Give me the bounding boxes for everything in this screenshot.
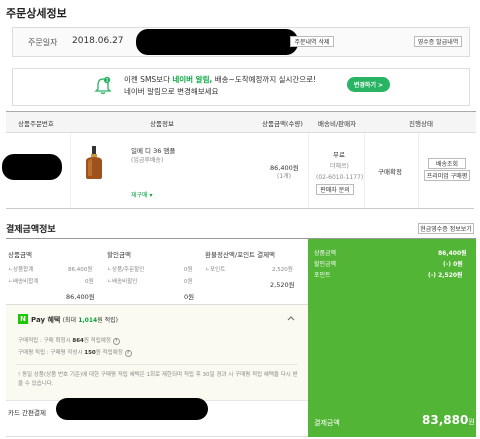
product-thumbnail[interactable] [80,145,108,181]
refund-label: 환불정산액/포인트 결제액 [205,251,276,259]
shipping-sum-value: 0원 [85,279,94,285]
premium-review-button[interactable]: 프리미엄 구매평 [424,170,470,181]
redacted-order-number [136,29,298,55]
discount-order-value: 0원 [184,267,193,273]
chevron-up-icon[interactable] [287,314,295,322]
npay-line1-prefix: 구매적립 : 구매 확정시 [18,338,71,344]
bell-icon: 1 [93,76,113,96]
npay-line2-suffix: 원 적립예정 [95,350,123,356]
npay-line-2: 구매평 적립 : 구매평 작성시 150원 적립예정 ? [18,348,132,357]
npay-title-text: Pay 혜택 [31,316,61,324]
question-icon[interactable]: ? [112,338,120,345]
col-divider [70,133,71,208]
notice-line-1: 이젠 SMS보다 네이버 알림, 배송~도착예정까지 실시간으로! [124,74,316,85]
npay-divider [16,364,298,365]
points-label: ㄴ포인트 [205,267,226,273]
order-date-value: 2018.06.27 [72,36,124,46]
npay-title: Pay 혜택 (최대 1,014원 적립) [31,315,118,325]
seller-inquiry-button[interactable]: 판매자 문의 [316,184,354,195]
notice-prefix: 이젠 SMS보다 [124,75,170,84]
npay-logo-icon: N [18,314,28,324]
payment-title: 결제금액정보 [6,225,56,235]
col-divider [308,133,309,208]
discount-shipping-value: 0원 [184,279,193,285]
redacted-card-info [56,398,208,420]
npay-line1-amount: 864 [72,338,84,344]
payment-summary-panel [308,239,476,437]
npay-title-amount: 1,014 [78,317,98,324]
final-amount-unit: 원 [468,418,475,426]
payment-bottom-border [6,436,308,437]
product-amount-total: 86,400원 [66,293,95,301]
discount-label: 할인금액 [107,251,131,259]
repurchase-link[interactable]: 재구매 ▾ [131,190,152,199]
npay-title-prefix: (최대 [62,317,76,324]
product-amount-label: 상품금액 [8,251,32,259]
final-amount-value: 83,880원 [422,413,475,427]
order-date-label: 주문일자 [28,38,58,47]
svg-text:1: 1 [106,78,109,84]
final-amount-number: 83,880 [422,413,469,427]
seller-name[interactable]: 더해르) [330,161,349,170]
seller-phone: (02-6010-1177) [316,174,364,181]
page-title: 주문상세정보 [6,7,67,20]
npay-line1-suffix: 원 적립예정 [83,338,111,344]
npay-line-1: 구매적립 : 구매 확정시 864원 적립예정 ? [18,336,120,345]
summary-row-2-value: (-) 0원 [443,261,463,268]
table-header-row [6,111,476,133]
discount-total: 0원 [184,293,195,301]
shipping-sum-label: ㄴ배송비합계 [8,279,39,285]
discount-shipping-label: ㄴ배송비할인 [107,279,138,285]
final-amount-label: 결제금액 [314,419,340,427]
notice-suffix: 배송~도착예정까지 실시간으로! [214,75,317,84]
order-delete-button[interactable]: 주문내역 삭제 [290,36,334,47]
product-name-link[interactable]: 일메 디 36 앰플 [131,145,175,155]
npay-line2-prefix: 구매평 적립 : 구매평 작성시 [18,350,83,356]
redacted-product-order-number [2,154,62,180]
order-status: 구매확정 [378,168,402,176]
product-option: (입금후배송) [131,157,164,164]
notice-highlight: 네이버 알림, [172,75,213,84]
header-shipping-seller: 배송비/판매자 [318,120,357,128]
summary-row-3-label: 포인트 [314,272,331,279]
question-icon[interactable]: ? [124,350,132,357]
col-divider [418,133,419,208]
npay-warning: ! 동일 상품(상품 번호 기준)에 대한 구매평 적립 혜택은 1회로 제한되… [18,372,298,387]
summary-row-1-value: 86,400원 [438,250,467,257]
cash-receipt-button[interactable]: 현금영수증 정보보기 [418,223,474,234]
summary-row-3-value: (-) 2,520원 [428,272,463,279]
npay-line2-amount: 150 [84,350,96,356]
change-notification-button[interactable]: 변경하기 > [347,77,390,92]
card-payment-label: 카드 간편결제 [8,409,46,417]
product-sum-label: ㄴ상품합계 [8,267,34,273]
receipt-history-button[interactable]: 영수증 발급내역 [414,36,462,47]
header-order-number: 상품주문번호 [18,120,54,128]
col-divider [364,133,365,208]
points-value: 2,520원 [272,267,293,273]
product-qty: (1개) [277,173,292,180]
refund-total: 2,520원 [270,281,295,289]
table-bottom-border [6,208,474,209]
product-sum-value: 86,400원 [68,267,93,273]
npay-title-suffix: 원 적립) [97,317,118,324]
summary-row-1-label: 상품금액 [314,250,337,257]
header-status: 진행상태 [409,120,433,128]
summary-row-2-label: 할인금액 [314,261,337,268]
track-delivery-button[interactable]: 배송조회 [428,158,466,169]
header-price-qty: 상품금액(수량) [262,120,303,128]
discount-order-label: ㄴ상품/주문할인 [107,267,145,273]
header-product-info: 상품정보 [150,120,174,128]
shipping-fee: 무료 [333,151,345,159]
notice-line-2: 네이버 알림으로 변경해보세요 [124,87,219,96]
